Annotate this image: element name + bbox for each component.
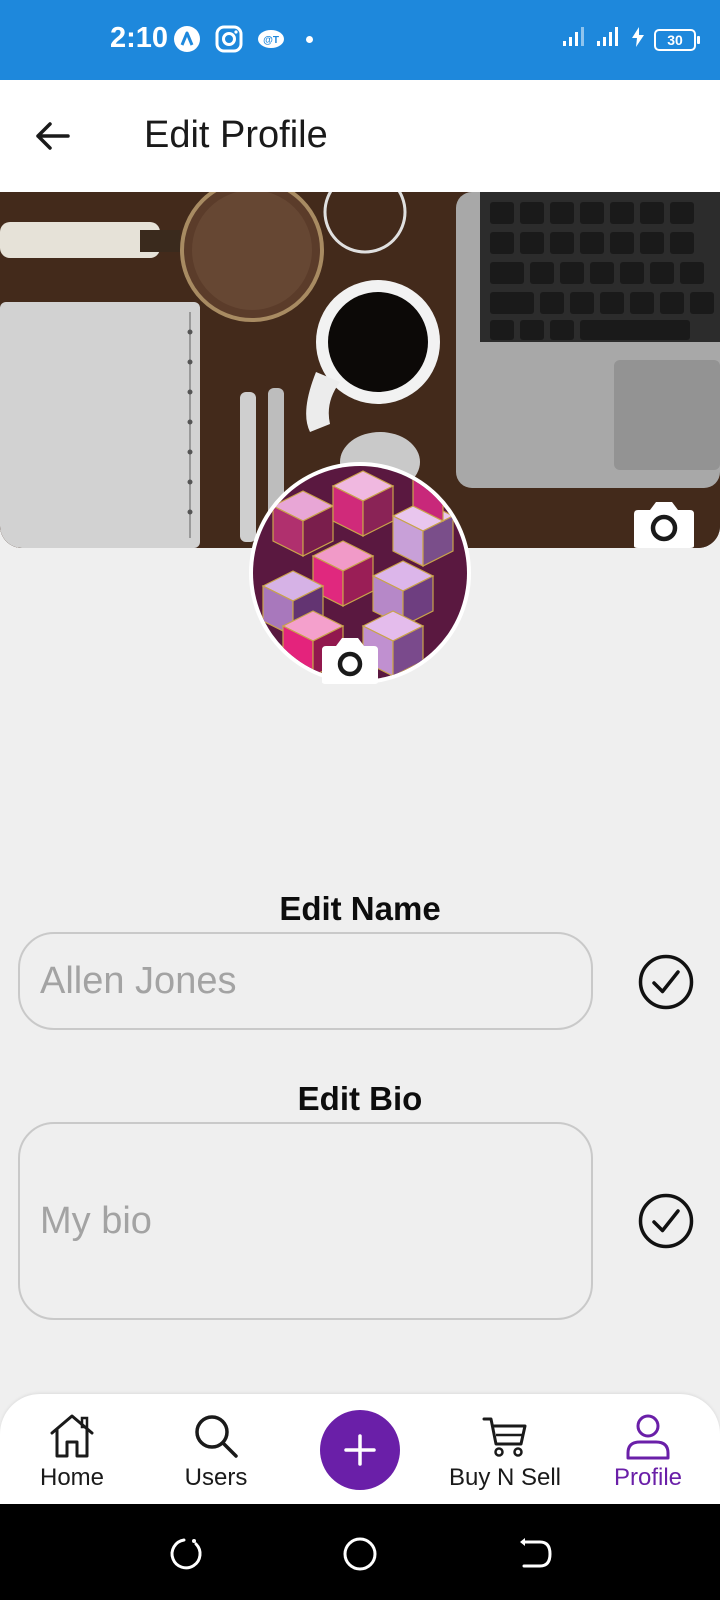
arrow-left-icon: [36, 122, 70, 150]
edit-bio-label: Edit Bio: [297, 1080, 423, 1117]
home-circle-icon: [343, 1537, 377, 1571]
battery-icon: 30: [654, 28, 700, 51]
nav-item-home[interactable]: Home: [12, 1394, 132, 1504]
instagram-icon: [214, 24, 244, 54]
system-navigation-bar: [0, 1504, 720, 1600]
home-system-button[interactable]: [340, 1534, 380, 1574]
name-field[interactable]: [18, 932, 593, 1030]
name-input[interactable]: [40, 959, 591, 1003]
bottom-nav: Home Users Buy N Sell Profile: [0, 1394, 720, 1504]
check-circle-icon: [638, 954, 694, 1010]
add-post-button[interactable]: [320, 1410, 400, 1490]
status-time: 2:10: [110, 22, 169, 54]
back-system-button[interactable]: [516, 1534, 556, 1574]
check-circle-icon: [638, 1193, 694, 1249]
signal-icon: [562, 26, 588, 53]
bio-input[interactable]: [40, 1199, 591, 1243]
status-system-icons: 30: [562, 26, 700, 53]
status-bar: 2:10 @T 30: [0, 0, 720, 80]
recent-apps-icon: [170, 1538, 202, 1570]
cart-icon: [479, 1410, 531, 1462]
bio-field[interactable]: [18, 1122, 593, 1320]
chat-icon: @T: [256, 24, 286, 54]
signal-icon: [596, 26, 622, 53]
app-a-icon: [172, 24, 202, 54]
svg-text:@T: @T: [263, 35, 279, 46]
camera-icon: [322, 638, 378, 684]
app-bar: Edit Profile: [0, 80, 720, 192]
edit-name-label: Edit Name: [279, 890, 441, 927]
confirm-name-button[interactable]: [638, 954, 694, 1010]
back-button[interactable]: [26, 110, 78, 162]
user-icon: [622, 1410, 674, 1462]
nav-label-users: Users: [184, 1464, 248, 1491]
search-icon: [190, 1410, 242, 1462]
back-system-icon: [520, 1538, 552, 1568]
camera-icon: [634, 502, 694, 548]
cover-camera-button[interactable]: [630, 500, 698, 550]
nav-label-home: Home: [39, 1464, 105, 1491]
notification-dot: [306, 35, 313, 43]
avatar-camera-button[interactable]: [318, 636, 382, 686]
page-title: Edit Profile: [144, 114, 328, 156]
nav-label-profile: Profile: [613, 1464, 683, 1491]
confirm-bio-button[interactable]: [638, 1193, 694, 1249]
nav-item-users[interactable]: Users: [156, 1394, 276, 1504]
status-notification-icons: @T: [172, 24, 313, 54]
recent-apps-button[interactable]: [164, 1534, 204, 1574]
home-icon: [46, 1410, 98, 1462]
nav-item-buy-n-sell[interactable]: Buy N Sell: [440, 1394, 570, 1504]
nav-label-buy-n-sell: Buy N Sell: [448, 1464, 562, 1491]
plus-icon: [344, 1434, 376, 1466]
nav-item-profile[interactable]: Profile: [588, 1394, 708, 1504]
charging-icon: [630, 26, 646, 53]
